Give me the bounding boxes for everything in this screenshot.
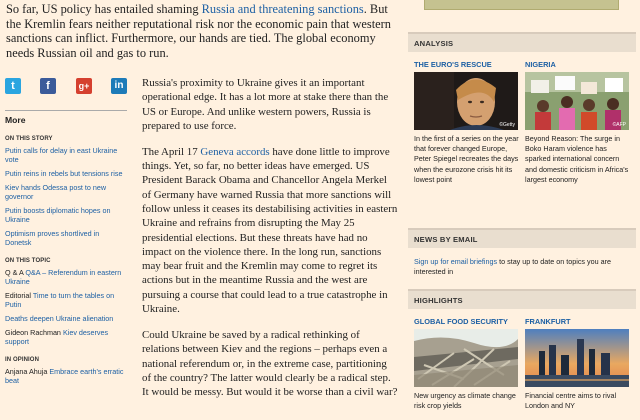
topic-item: Deaths deepen Ukraine alienation	[5, 314, 127, 323]
card-category[interactable]: FRANKFURT	[525, 317, 631, 326]
russia-sanctions-link[interactable]: Russia and threatening sanctions	[202, 2, 364, 16]
card-blurb: Financial centre aims to rival London an…	[525, 391, 617, 411]
story-link-text[interactable]: Putin reins in rebels but tensions rise	[5, 169, 122, 178]
dry-field-photo[interactable]	[414, 329, 518, 387]
story-link[interactable]: Putin boosts diplomatic hopes on Ukraine	[5, 206, 127, 224]
story-link[interactable]: Putin calls for delay in east Ukraine vo…	[5, 146, 127, 164]
story-link-text[interactable]: Putin boosts diplomatic hopes on Ukraine	[5, 206, 110, 224]
topic-item: Editorial Time to turn the tables on Put…	[5, 291, 127, 309]
body-paragraph-2: The April 17 Geneva accords have done li…	[142, 145, 398, 317]
google-plus-icon[interactable]: g+	[76, 78, 92, 94]
email-signup-text: Sign up for email briefings to stay up t…	[414, 257, 632, 277]
analysis-card-euro[interactable]: THE EURO'S RESCUE ©Getty In the first of…	[414, 60, 520, 185]
highlights-heading: HIGHLIGHTS	[408, 289, 636, 309]
on-this-story-heading: ON THIS STORY	[5, 136, 53, 142]
twitter-icon[interactable]: t	[5, 78, 21, 94]
story-link[interactable]: Optimism proves shortlived in Donetsk	[5, 229, 127, 247]
topic-item: Q & A Q&A – Referendum in eastern Ukrain…	[5, 268, 127, 286]
topic-item: Gideon Rachman Kiev deserves support	[5, 328, 127, 346]
more-heading: More	[5, 110, 127, 125]
opinion-item: Anjana Ahuja Embrace earth's erratic bea…	[5, 367, 127, 385]
highlight-card-frankfurt[interactable]: FRANKFURT Financial centre aims to rival…	[525, 317, 631, 411]
on-this-topic-heading: ON THIS TOPIC	[5, 258, 51, 264]
email-signup-link[interactable]: Sign up for email briefings	[414, 257, 497, 266]
in-opinion-heading: IN OPINION	[5, 357, 40, 363]
p2-after: have done little to improve things. Yet,…	[142, 145, 398, 316]
topic-link[interactable]: Deaths deepen Ukraine alienation	[5, 314, 113, 323]
highlight-card-food[interactable]: GLOBAL FOOD SECURITY New urgency as clim…	[414, 317, 520, 411]
protest-photo[interactable]: ©AFP	[525, 72, 629, 130]
article-body: Russia's proximity to Ukraine gives it a…	[142, 76, 398, 411]
topic-label: Gideon Rachman	[5, 328, 61, 337]
card-blurb: New urgency as climate change risk crop …	[414, 391, 516, 411]
story-link-text[interactable]: Kiev hands Odessa post to new governor	[5, 183, 106, 201]
card-blurb: In the first of a series on the year tha…	[414, 134, 519, 184]
body-paragraph-1: Russia's proximity to Ukraine gives it a…	[142, 77, 389, 132]
card-category[interactable]: NIGERIA	[525, 60, 631, 69]
photo-credit: ©AFP	[612, 122, 626, 128]
card-category[interactable]: THE EURO'S RESCUE	[414, 60, 520, 69]
facebook-icon[interactable]: f	[40, 78, 56, 94]
story-link[interactable]: Putin reins in rebels but tensions rise	[5, 169, 127, 178]
sidebar-top-image[interactable]	[424, 0, 619, 10]
topic-label: Editorial	[5, 291, 31, 300]
topic-link[interactable]: Q&A – Referendum in eastern Ukraine	[5, 268, 121, 286]
card-blurb: Beyond Reason: The surge in Boko Haram v…	[525, 134, 629, 184]
frankfurt-skyline-photo[interactable]	[525, 329, 629, 387]
analysis-card-nigeria[interactable]: NIGERIA ©AFP Beyond Reason: The surge in…	[525, 60, 631, 185]
geneva-accords-link[interactable]: Geneva accords	[200, 146, 269, 158]
intro-text-before: So far, US policy has entailed shaming	[6, 2, 202, 16]
p2-before: The April 17	[142, 145, 201, 158]
opinion-label: Anjana Ahuja	[5, 367, 48, 376]
social-share-bar: t f g+ in	[5, 78, 127, 94]
topic-label: Q & A	[5, 268, 24, 277]
photo-credit: ©Getty	[499, 122, 515, 128]
analysis-heading: ANALYSIS	[408, 32, 636, 52]
body-paragraph-3: Could Ukraine be saved by a radical reth…	[142, 328, 398, 399]
news-by-email-heading: NEWS BY EMAIL	[408, 228, 636, 248]
more-panel: More ON THIS STORY Putin calls for delay…	[5, 110, 127, 390]
linkedin-icon[interactable]: in	[111, 78, 127, 94]
story-link-text[interactable]: Optimism proves shortlived in Donetsk	[5, 229, 99, 247]
merkel-photo[interactable]: ©Getty	[414, 72, 518, 130]
card-category[interactable]: GLOBAL FOOD SECURITY	[414, 317, 520, 326]
intro-paragraph: So far, US policy has entailed shaming R…	[6, 2, 398, 60]
story-link-text[interactable]: Putin calls for delay in east Ukraine vo…	[5, 146, 117, 164]
story-link[interactable]: Kiev hands Odessa post to new governor	[5, 183, 127, 201]
